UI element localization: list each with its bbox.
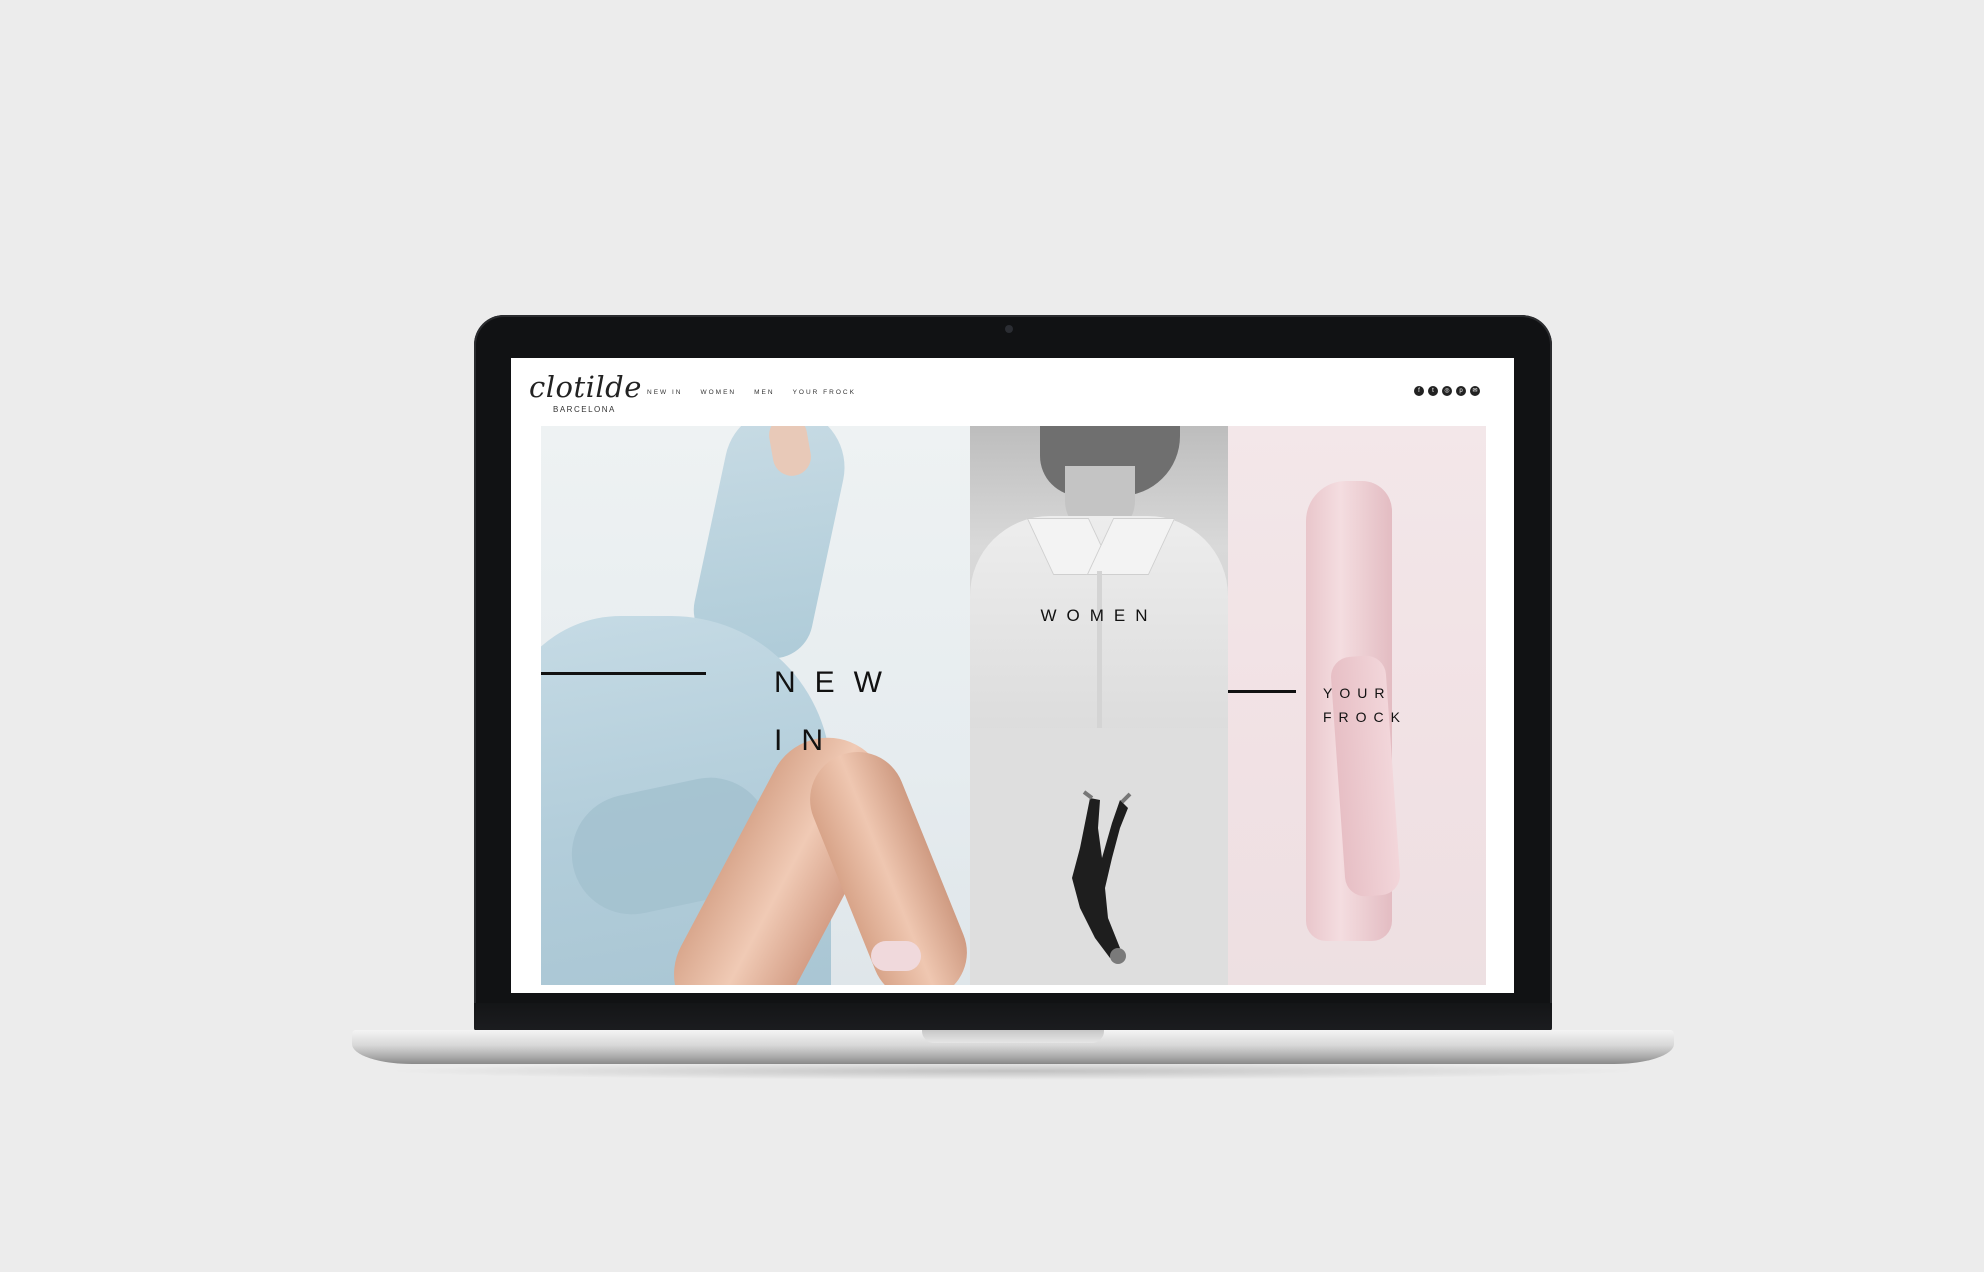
panel-label-women: WOMEN — [1040, 606, 1158, 625]
pinterest-icon[interactable]: p — [1456, 386, 1466, 396]
main-nav: NEW IN WOMEN MEN YOUR FROCK — [647, 389, 856, 396]
laptop-notch — [922, 1030, 1104, 1043]
label-new: NEW — [774, 666, 901, 699]
webcam — [1005, 325, 1013, 333]
jumping-figure-illustration — [1072, 790, 1132, 964]
panel-women[interactable]: WOMEN — [970, 426, 1228, 728]
site-logo[interactable]: clotilde — [529, 370, 642, 404]
nav-item-women[interactable]: WOMEN — [700, 389, 736, 396]
sock-illustration — [871, 941, 921, 971]
panel-label-your-frock: YOUR FROCK — [1323, 681, 1407, 729]
site-logo-subtitle: BARCELONA — [553, 405, 616, 414]
mail-icon[interactable]: ✉ — [1470, 386, 1480, 396]
panel-new-in[interactable]: NEW IN — [541, 426, 970, 985]
facebook-icon[interactable]: f — [1414, 386, 1424, 396]
accent-line-your-frock — [1228, 690, 1296, 693]
label-your: YOUR — [1323, 685, 1392, 701]
laptop-base — [352, 1030, 1674, 1064]
laptop-shadow — [380, 1062, 1646, 1080]
instagram-icon[interactable]: ◎ — [1442, 386, 1452, 396]
label-in: IN — [774, 724, 842, 757]
site-header: clotilde BARCELONA NEW IN WOMEN MEN YOUR… — [511, 358, 1514, 426]
accent-line-new-in — [541, 672, 706, 675]
social-links: f t ◎ p ✉ — [1414, 386, 1480, 396]
panel-men[interactable] — [970, 728, 1228, 985]
nav-item-new-in[interactable]: NEW IN — [647, 389, 682, 396]
bezel-bottom — [474, 1003, 1552, 1033]
laptop-lid: clotilde BARCELONA NEW IN WOMEN MEN YOUR… — [474, 315, 1552, 1033]
panel-label-new-in: NEW IN — [774, 654, 970, 770]
laptop-screen: clotilde BARCELONA NEW IN WOMEN MEN YOUR… — [511, 358, 1514, 993]
twitter-icon[interactable]: t — [1428, 386, 1438, 396]
screen-footer — [511, 985, 1514, 993]
nav-item-your-frock[interactable]: YOUR FROCK — [793, 389, 856, 396]
label-frock: FROCK — [1323, 709, 1407, 725]
placket-illustration — [1097, 571, 1102, 728]
nav-item-men[interactable]: MEN — [754, 389, 774, 396]
panel-your-frock[interactable]: YOUR FROCK — [1228, 426, 1486, 985]
